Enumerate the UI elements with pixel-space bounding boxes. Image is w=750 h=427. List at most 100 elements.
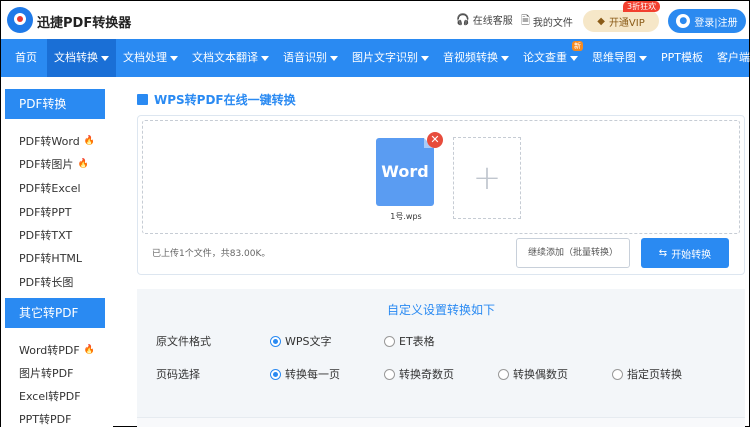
uploaded-file-name: 1号.wps xyxy=(390,212,422,221)
upload-status-text: 已上传1个文件，共83.00K。 xyxy=(152,249,271,259)
caret-down-icon xyxy=(101,55,109,61)
sidebar-item-pdf-to-html[interactable]: PDF转HTML xyxy=(19,250,82,266)
customer-service-link[interactable]: 🎧 在线客服 xyxy=(456,12,513,27)
file-dropzone[interactable]: Word ✕ 1号.wps + xyxy=(142,120,740,234)
option-label: 转换偶数页 xyxy=(513,368,568,381)
nav-label: 语音识别 xyxy=(283,51,327,64)
nav-item-doc-convert[interactable]: 文档转换 xyxy=(47,39,116,77)
document-icon xyxy=(137,94,148,105)
nav-item-ppt-template[interactable]: PPT模板 xyxy=(654,39,710,77)
conversion-settings: 自定义设置转换如下 原文件格式 WPS文字 ET表格 页码选择 转换每一页 转换… xyxy=(137,289,745,427)
continue-add-button[interactable]: 继续添加（批量转换） xyxy=(516,238,630,268)
sidebar-item-excel-to-pdf[interactable]: Excel转PDF xyxy=(19,388,81,404)
sidebar-item-pdf-to-long-image[interactable]: PDF转长图 xyxy=(19,274,73,290)
caret-down-icon xyxy=(570,55,578,61)
sidebar-item-pdf-to-image[interactable]: PDF转图片 🔥 xyxy=(19,156,89,172)
sidebar-item-image-to-pdf[interactable]: 图片转PDF xyxy=(19,365,73,381)
app-logo-icon[interactable] xyxy=(7,7,33,33)
caret-down-icon xyxy=(421,55,429,61)
sidebar-item-label: 图片转PDF xyxy=(19,367,74,380)
nav-item-ocr[interactable]: 图片文字识别 xyxy=(345,39,436,77)
nav-label: 客户端 xyxy=(717,51,750,64)
sidebar-item-pdf-to-txt[interactable]: PDF转TXT xyxy=(19,227,72,243)
nav-label: 文档处理 xyxy=(123,51,167,64)
customer-service-label: 在线客服 xyxy=(472,16,513,27)
option-label: WPS文字 xyxy=(285,335,332,348)
nav-label: 文档文本翻译 xyxy=(192,51,258,64)
my-files-link[interactable]: 🗎 我的文件 xyxy=(521,12,573,31)
nav-item-doc-process[interactable]: 文档处理 xyxy=(116,39,185,77)
add-file-button[interactable]: + xyxy=(453,137,521,219)
login-button[interactable]: ● 登录|注册 xyxy=(668,9,746,33)
sidebar-item-pdf-to-ppt[interactable]: PDF转PPT xyxy=(19,204,71,220)
nav-item-client[interactable]: 客户端 xyxy=(710,39,750,77)
sidebar-item-pdf-to-excel[interactable]: PDF转Excel xyxy=(19,180,81,196)
page-select-label: 页码选择 xyxy=(156,368,200,381)
top-header: 迅捷PDF转换器 🎧 在线客服 🗎 我的文件 ◆ 开通VIP 3折狂欢 ● 登录… xyxy=(1,1,749,39)
nav-item-plagiarism[interactable]: 论文查重新 xyxy=(516,39,585,77)
file-icon: 🗎 xyxy=(521,14,530,27)
radio-unchecked-icon xyxy=(612,368,623,380)
start-convert-button[interactable]: ⇆ 开始转换 xyxy=(641,238,729,268)
login-label: 登录|注册 xyxy=(694,17,738,29)
page-option-odd[interactable]: 转换奇数页 xyxy=(384,366,454,382)
sidebar-item-label: PDF转PPT xyxy=(19,206,72,219)
headset-icon: 🎧 xyxy=(456,13,470,26)
app-brand-name[interactable]: 迅捷PDF转换器 xyxy=(37,12,131,31)
page-option-even[interactable]: 转换偶数页 xyxy=(498,366,568,382)
user-icon: ● xyxy=(676,14,691,28)
sidebar: PDF转换 PDF转Word 🔥 PDF转图片 🔥 PDF转Excel PDF转PP… xyxy=(1,77,113,427)
sidebar-item-label: PDF转Word xyxy=(19,135,80,148)
nav-label: 文档转换 xyxy=(54,51,98,64)
radio-unchecked-icon xyxy=(384,335,395,347)
caret-down-icon xyxy=(261,55,269,61)
option-label: 转换每一页 xyxy=(285,368,340,381)
start-convert-label: 开始转换 xyxy=(671,249,712,261)
format-label: 原文件格式 xyxy=(156,335,211,348)
fire-icon: 🔥 xyxy=(83,345,95,355)
new-badge: 新 xyxy=(572,41,583,51)
vip-promo-badge: 3折狂欢 xyxy=(623,1,661,12)
convert-icon: ⇆ xyxy=(658,247,668,259)
nav-label: 图片文字识别 xyxy=(352,51,418,64)
nav-label: 音视频转换 xyxy=(443,51,498,64)
nav-item-translate[interactable]: 文档文本翻译 xyxy=(185,39,276,77)
page-title: WPS转PDF在线一键转换 xyxy=(137,91,296,108)
option-label: 转换奇数页 xyxy=(399,368,454,381)
settings-title: 自定义设置转换如下 xyxy=(386,303,495,317)
vip-label: 开通VIP xyxy=(608,17,645,29)
diamond-icon: ◆ xyxy=(597,15,605,27)
format-option-wps[interactable]: WPS文字 xyxy=(270,333,332,349)
nav-item-av-convert[interactable]: 音视频转换 xyxy=(436,39,516,77)
nav-item-home[interactable]: 首页 xyxy=(1,39,47,77)
caret-down-icon xyxy=(639,55,647,61)
sidebar-item-label: PDF转图片 xyxy=(19,158,74,171)
radio-unchecked-icon xyxy=(384,368,395,380)
sidebar-item-pdf-to-word[interactable]: PDF转Word 🔥 xyxy=(19,133,95,149)
caret-down-icon xyxy=(170,55,178,61)
main-nav: 首页 文档转换 文档处理 文档文本翻译 语音识别 图片文字识别 音视频转换 论文… xyxy=(1,39,750,77)
sidebar-item-word-to-pdf[interactable]: Word转PDF 🔥 xyxy=(19,342,95,358)
fire-icon: 🔥 xyxy=(77,159,89,169)
sidebar-item-ppt-to-pdf[interactable]: PPT转PDF xyxy=(19,411,71,427)
nav-item-speech[interactable]: 语音识别 xyxy=(276,39,345,77)
sidebar-group-other-to-pdf[interactable]: 其它转PDF xyxy=(5,298,105,328)
nav-label: PPT模板 xyxy=(661,51,703,64)
page-option-all[interactable]: 转换每一页 xyxy=(270,366,340,382)
vip-button[interactable]: ◆ 开通VIP xyxy=(583,10,659,32)
remove-file-button[interactable]: ✕ xyxy=(427,132,443,148)
nav-label: 论文查重 xyxy=(523,51,567,64)
sidebar-group-pdf-convert[interactable]: PDF转换 xyxy=(5,89,105,119)
option-label: 指定页转换 xyxy=(627,368,682,381)
word-file-icon: Word xyxy=(376,138,434,206)
my-files-label: 我的文件 xyxy=(532,18,573,29)
page-option-custom[interactable]: 指定页转换 xyxy=(612,366,682,382)
caret-down-icon xyxy=(330,55,338,61)
upload-panel: Word ✕ 1号.wps + 已上传1个文件，共83.00K。 继续添加（批量… xyxy=(137,115,745,275)
format-option-et[interactable]: ET表格 xyxy=(384,333,435,349)
nav-item-mindmap[interactable]: 思维导图 xyxy=(585,39,654,77)
option-label: ET表格 xyxy=(399,335,435,348)
radio-checked-icon xyxy=(270,368,281,380)
sidebar-item-label: PDF转HTML xyxy=(19,252,83,265)
radio-unchecked-icon xyxy=(498,368,509,380)
